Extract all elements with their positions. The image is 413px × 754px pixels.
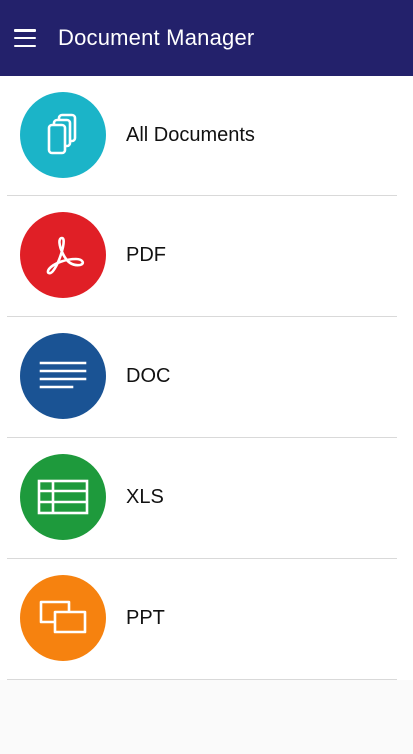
category-ppt[interactable]: PPT xyxy=(0,559,413,680)
category-doc[interactable]: DOC xyxy=(0,317,413,438)
category-label: XLS xyxy=(126,486,164,508)
app-bar: Document Manager xyxy=(0,0,413,76)
category-label: All Documents xyxy=(126,124,255,146)
category-list: All Documents PDF DOC XLS PPT xyxy=(0,76,413,680)
pdf-icon xyxy=(20,212,106,298)
category-label: PDF xyxy=(126,244,166,266)
spreadsheet-icon xyxy=(20,454,106,540)
category-all-documents[interactable]: All Documents xyxy=(0,76,413,196)
category-xls[interactable]: XLS xyxy=(0,438,413,559)
presentation-slides-icon xyxy=(20,575,106,661)
category-pdf[interactable]: PDF xyxy=(0,196,413,317)
documents-stack-icon xyxy=(20,92,106,178)
app-title: Document Manager xyxy=(58,25,255,50)
category-label: DOC xyxy=(126,365,171,387)
category-label: PPT xyxy=(126,607,165,629)
hamburger-menu-icon[interactable] xyxy=(14,29,36,47)
text-lines-icon xyxy=(20,333,106,419)
document-manager-screen: Document Manager All Documents PDF DOC X… xyxy=(0,0,413,754)
